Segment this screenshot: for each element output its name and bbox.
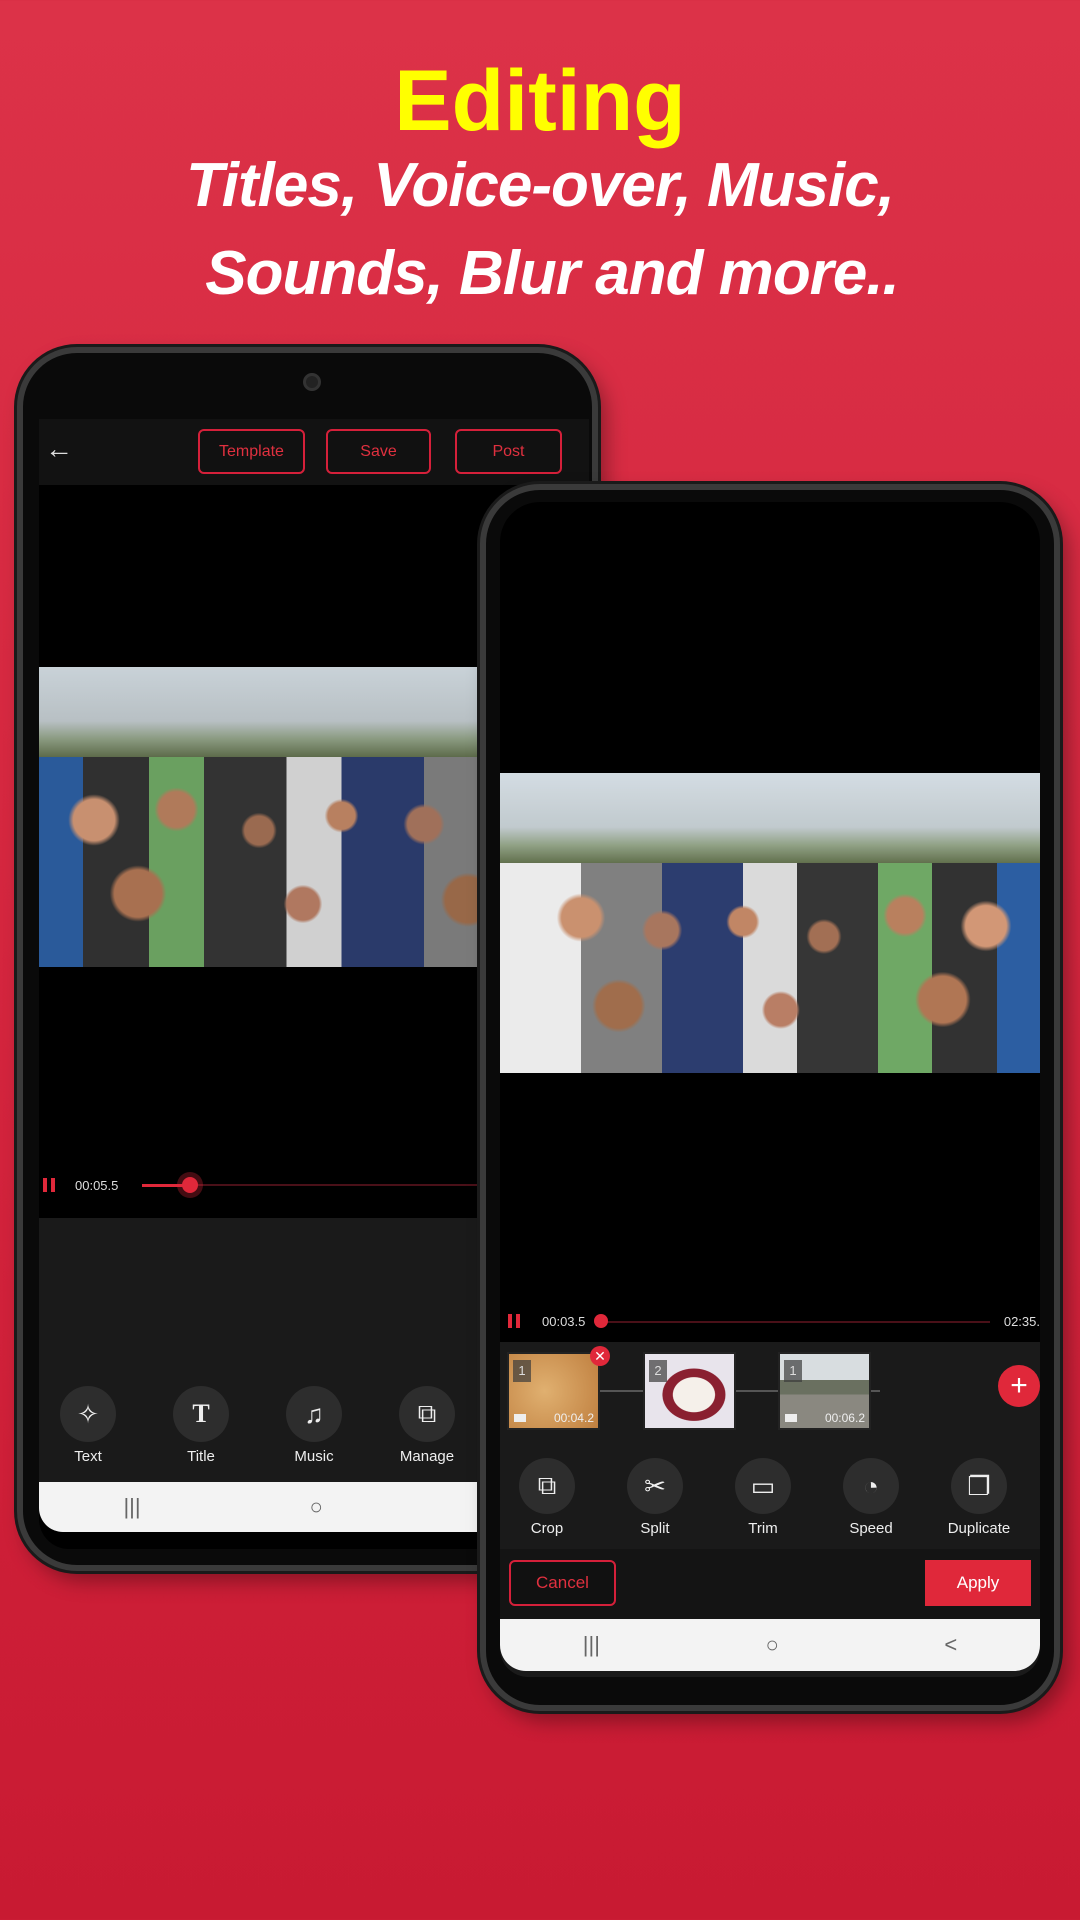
music-note-icon: ♫ <box>286 1386 342 1442</box>
video-preview[interactable] <box>500 773 1040 1073</box>
right-phone: 00:03.5 02:35. 1 00:04.2 ✕ 2 1 00:06.2 + <box>480 484 1060 1711</box>
template-button[interactable]: Template <box>198 429 305 474</box>
tool-crop[interactable]: ⧉ Crop <box>502 1458 592 1537</box>
back-arrow-icon[interactable]: ← <box>45 433 73 465</box>
back-button[interactable]: < <box>944 1632 957 1658</box>
right-screen: 00:03.5 02:35. 1 00:04.2 ✕ 2 1 00:06.2 + <box>500 502 1040 1677</box>
recents-button[interactable]: ||| <box>123 1494 140 1520</box>
save-button[interactable]: Save <box>326 429 431 474</box>
hero-subtitle-line1: Titles, Voice-over, Music, <box>186 151 895 220</box>
cancel-button[interactable]: Cancel <box>509 1560 616 1606</box>
home-button[interactable]: ○ <box>309 1494 322 1520</box>
crop-icon: ⧉ <box>399 1386 455 1442</box>
split-icon: ✂ <box>627 1458 683 1514</box>
system-nav-bar: ||| ○ < <box>500 1619 1040 1671</box>
seek-bar[interactable] <box>594 1314 990 1328</box>
add-clip-button[interactable]: + <box>998 1365 1040 1407</box>
tool-speed[interactable]: ◔ Speed <box>826 1458 916 1537</box>
clip-thumbnail[interactable]: 1 00:04.2 <box>507 1352 600 1430</box>
hero-title: Editing <box>394 53 686 149</box>
hero-subtitle-line2: Sounds, Blur and more.. <box>205 239 900 308</box>
current-time: 00:03.5 <box>542 1314 586 1329</box>
apply-button[interactable]: Apply <box>925 1560 1031 1606</box>
tool-text[interactable]: ✧ Text <box>43 1386 133 1465</box>
tool-title[interactable]: T Title <box>156 1386 246 1465</box>
crop-icon: ⧉ <box>519 1458 575 1514</box>
action-bar: Cancel Apply <box>500 1549 1040 1619</box>
total-time: 02:35. <box>1003 1314 1040 1329</box>
post-button[interactable]: Post <box>455 429 562 474</box>
tool-manage[interactable]: ⧉ Manage <box>382 1386 472 1465</box>
camera-icon <box>303 373 321 391</box>
speedometer-icon: ◔ <box>843 1458 899 1514</box>
tool-trim[interactable]: ▭ Trim <box>718 1458 808 1537</box>
duplicate-icon: ❐ <box>951 1458 1007 1514</box>
video-camera-icon <box>514 1414 526 1422</box>
editor-header: ← Template Save Post <box>39 419 589 485</box>
remove-clip-icon[interactable]: ✕ <box>590 1346 610 1366</box>
tool-split[interactable]: ✂ Split <box>610 1458 700 1537</box>
trim-icon: ▭ <box>735 1458 791 1514</box>
text-sparkle-icon: ✧ <box>60 1386 116 1442</box>
video-camera-icon <box>785 1414 797 1422</box>
clip-thumbnail[interactable]: 2 <box>643 1352 736 1430</box>
pause-icon[interactable] <box>508 1314 520 1328</box>
title-t-icon: T <box>173 1386 229 1442</box>
seek-handle[interactable] <box>182 1177 198 1193</box>
seek-handle[interactable] <box>594 1314 608 1328</box>
clip-thumbnail[interactable]: 1 00:06.2 <box>778 1352 871 1430</box>
home-button[interactable]: ○ <box>766 1632 779 1658</box>
pause-icon[interactable] <box>43 1178 55 1192</box>
tool-music[interactable]: ♫ Music <box>269 1386 359 1465</box>
recents-button[interactable]: ||| <box>583 1632 600 1658</box>
tool-duplicate[interactable]: ❐ Duplicate <box>934 1458 1024 1537</box>
current-time: 00:05.5 <box>75 1178 119 1193</box>
